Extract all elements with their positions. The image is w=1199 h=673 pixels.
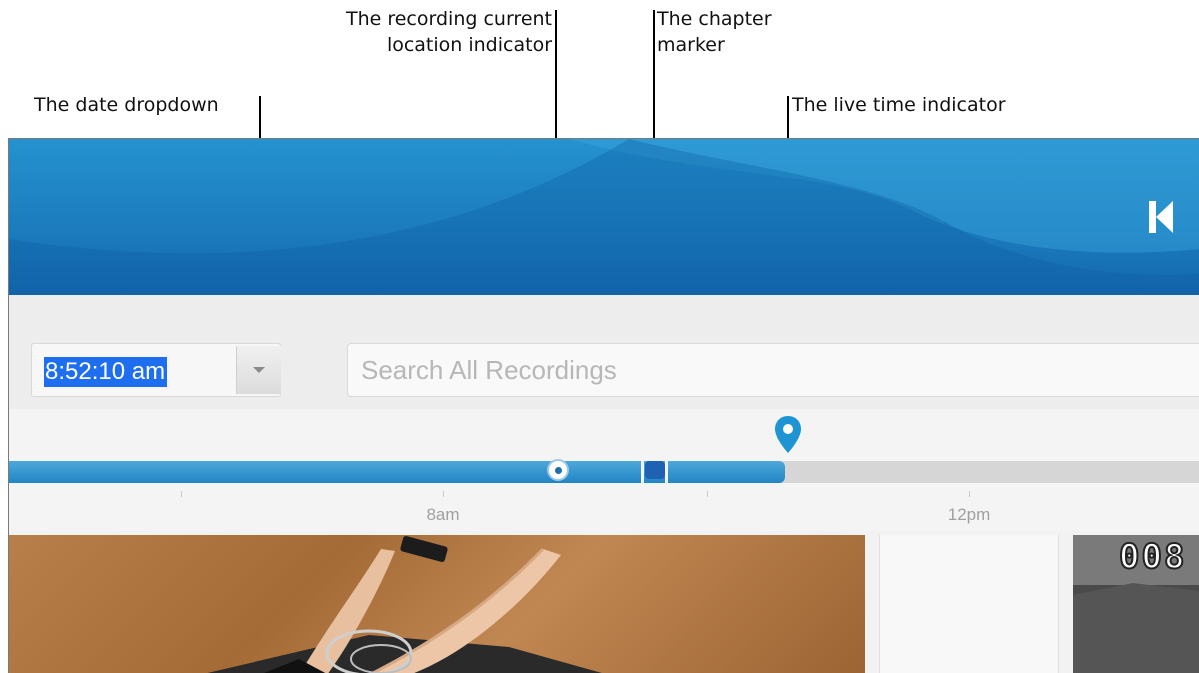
side-panel [879, 535, 1059, 673]
header-banner [9, 139, 1199, 295]
timeline-segment-gap [641, 461, 644, 483]
timecode-counter: 008 [1118, 536, 1187, 578]
map-pin-icon[interactable] [773, 415, 803, 455]
callout-live-time: The live time indicator [792, 94, 1006, 116]
main-video[interactable] [9, 535, 865, 673]
timeline-tick [707, 491, 708, 497]
callout-date-dropdown: The date dropdown [34, 94, 219, 116]
chevron-down-icon[interactable] [236, 346, 281, 394]
timeline-tick [969, 491, 970, 497]
skip-back-icon[interactable] [1149, 201, 1173, 233]
timeline-segment-gap [665, 461, 668, 483]
callout-chapter-marker: The chapter marker [657, 8, 772, 56]
chapter-marker[interactable] [645, 461, 665, 479]
app-screenshot: 8:52:10 am 8am 12pm [8, 138, 1199, 673]
date-dropdown[interactable]: 8:52:10 am [31, 343, 281, 397]
timeline-tick [443, 491, 444, 497]
timeline-played[interactable] [9, 461, 785, 483]
tick-label-8am: 8am [426, 505, 460, 524]
timeline-tick [181, 491, 182, 497]
tick-label-12pm: 12pm [947, 505, 991, 524]
search-input[interactable] [347, 343, 1199, 397]
callout-recording-location: The recording current location indicator [345, 8, 552, 56]
media-area: 008 [9, 531, 1199, 673]
recording-location-indicator[interactable] [547, 459, 569, 481]
video-thumbnail[interactable]: 008 [1073, 535, 1199, 673]
toolbar: 8:52:10 am [9, 295, 1199, 409]
banner-wave [9, 139, 1199, 295]
timeline: 8am 12pm [9, 409, 1199, 531]
date-value[interactable]: 8:52:10 am [44, 357, 168, 387]
video-frame [207, 535, 602, 673]
